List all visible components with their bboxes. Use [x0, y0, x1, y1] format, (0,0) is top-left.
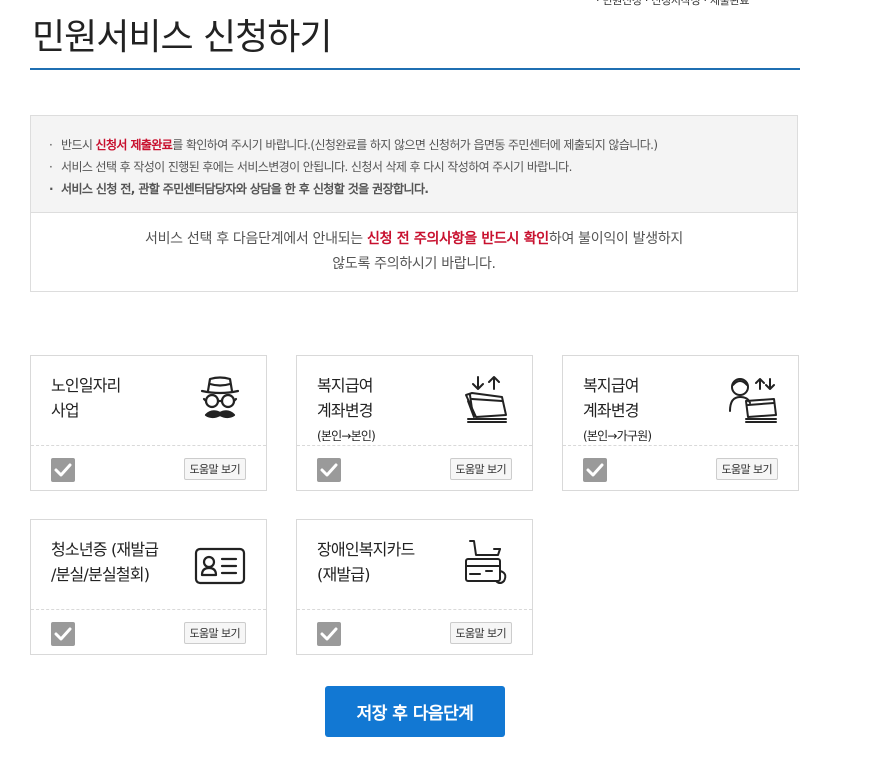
service-card-title: 노인일자리 사업	[51, 376, 121, 420]
service-checkbox[interactable]	[51, 458, 75, 482]
notice-text: 서비스 신청 전, 관할 주민센터담당자와 상담을 한 후 신청할 것을 권장합…	[61, 182, 429, 196]
service-card-subtitle: (본인→가구원)	[583, 429, 652, 443]
service-card-title: 장애인복지카드 (재발급)	[317, 540, 415, 584]
service-card-title: 복지급여 계좌변경	[583, 376, 639, 420]
notice-caution-line-2: 않도록 주의하시기 바랍니다.	[332, 256, 496, 272]
service-checkbox[interactable]	[583, 458, 607, 482]
help-button[interactable]: 도움말 보기	[183, 622, 246, 644]
help-button[interactable]: 도움말 보기	[183, 458, 246, 480]
wheelchair-card-icon	[458, 535, 514, 591]
id-card-icon	[192, 535, 248, 591]
service-checkbox[interactable]	[317, 622, 341, 646]
title-divider	[30, 68, 800, 70]
card-divider	[31, 609, 266, 610]
check-icon	[320, 627, 338, 641]
check-icon	[54, 463, 72, 477]
service-checkbox[interactable]	[317, 458, 341, 482]
card-divider	[297, 609, 532, 610]
notice-text: 를 확인하여 주시기 바랍니다.(신청완료를 하지 않으면 신청허가 읍면동 주…	[172, 138, 658, 152]
notice-list: 반드시 신청서 제출완료를 확인하여 주시기 바랍니다.(신청완료를 하지 않으…	[49, 134, 797, 200]
caution-text: 서비스 선택 후 다음단계에서 안내되는	[145, 231, 368, 247]
notice-text: 서비스 선택 후 작성이 진행된 후에는 서비스변경이 안됩니다. 신청서 삭제…	[61, 160, 572, 174]
service-card-elder-job[interactable]: 노인일자리 사업 도움말 보기	[30, 355, 267, 491]
service-card-account-household[interactable]: 복지급여 계좌변경 (본인→가구원) 도움말 보기	[562, 355, 799, 491]
page-title: 민원서비스 신청하기	[32, 17, 333, 58]
service-card-account-self[interactable]: 복지급여 계좌변경 (본인→본인) 도움말 보기	[296, 355, 533, 491]
service-card-subtitle: (본인→본인)	[317, 429, 376, 443]
card-divider	[297, 445, 532, 446]
service-checkbox[interactable]	[51, 622, 75, 646]
check-icon	[320, 463, 338, 477]
notice-list-area: 반드시 신청서 제출완료를 확인하여 주시기 바랍니다.(신청완료를 하지 않으…	[31, 116, 797, 213]
service-card-disability-card[interactable]: 장애인복지카드 (재발급) 도움말 보기	[296, 519, 533, 655]
notice-box: 반드시 신청서 제출완료를 확인하여 주시기 바랍니다.(신청완료를 하지 않으…	[30, 115, 798, 292]
caution-highlight: 신청 전 주의사항을 반드시 확인	[367, 231, 549, 247]
help-button[interactable]: 도움말 보기	[449, 458, 512, 480]
help-button[interactable]: 도움말 보기	[715, 458, 778, 480]
service-card-title: 복지급여 계좌변경	[317, 376, 373, 420]
card-divider	[31, 445, 266, 446]
notice-caution: 서비스 선택 후 다음단계에서 안내되는 신청 전 주의사항을 반드시 확인하여…	[31, 213, 797, 277]
top-crop-text: · 민원신청 · 신청서작성 · 제출완료	[596, 0, 750, 7]
caution-text: 하여 불이익이 발생하지	[548, 231, 683, 247]
service-card-title: 청소년증 (재발급 /분실/분실철회)	[51, 540, 159, 584]
notice-item-2: 서비스 선택 후 작성이 진행된 후에는 서비스변경이 안됩니다. 신청서 삭제…	[49, 156, 797, 178]
service-card-youth-id[interactable]: 청소년증 (재발급 /분실/분실철회) 도움말 보기	[30, 519, 267, 655]
save-next-button[interactable]: 저장 후 다음단계	[325, 686, 505, 737]
help-button[interactable]: 도움말 보기	[449, 622, 512, 644]
check-icon	[586, 463, 604, 477]
elder-disguise-icon	[192, 371, 248, 427]
check-icon	[54, 627, 72, 641]
bankbook-transfer-icon	[458, 371, 514, 427]
notice-highlight: 신청서 제출완료	[95, 138, 173, 152]
card-divider	[563, 445, 798, 446]
notice-caution-line-1: 서비스 선택 후 다음단계에서 안내되는 신청 전 주의사항을 반드시 확인하여…	[31, 227, 797, 252]
person-bankbook-icon	[724, 371, 780, 427]
notice-text: 반드시	[61, 138, 96, 152]
notice-item-1: 반드시 신청서 제출완료를 확인하여 주시기 바랍니다.(신청완료를 하지 않으…	[49, 134, 797, 156]
notice-item-3: 서비스 신청 전, 관할 주민센터담당자와 상담을 한 후 신청할 것을 권장합…	[49, 178, 797, 200]
